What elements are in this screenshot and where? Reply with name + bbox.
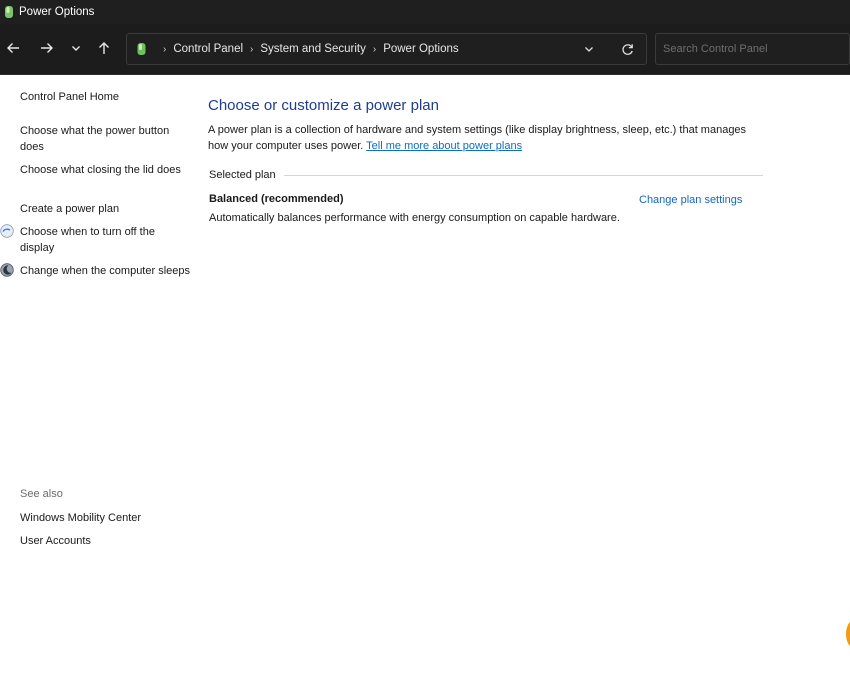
closing-lid-link[interactable]: Choose what closing the lid does: [20, 163, 190, 179]
breadcrumb-control-panel[interactable]: Control Panel: [173, 43, 243, 55]
address-dropdown-button[interactable]: [580, 40, 598, 58]
user-accounts-link[interactable]: User Accounts: [20, 534, 190, 550]
back-button[interactable]: [3, 37, 23, 59]
breadcrumb-separator: ›: [250, 43, 254, 55]
turn-off-display-link[interactable]: Choose when to turn off the display: [20, 225, 190, 256]
arrow-left-icon: [7, 43, 19, 53]
display-icon: [0, 224, 14, 238]
window-title: Power Options: [19, 6, 95, 18]
address-bar[interactable]: › Control Panel › System and Security › …: [126, 33, 647, 65]
change-plan-settings-link[interactable]: Change plan settings: [639, 194, 742, 206]
chevron-down-icon: [72, 46, 80, 51]
computer-sleeps-link[interactable]: Change when the computer sleeps: [20, 264, 190, 280]
breadcrumb-separator: ›: [372, 43, 377, 55]
refresh-button[interactable]: [618, 40, 636, 58]
power-options-app-icon: [4, 5, 14, 19]
plan-description: Automatically balances performance with …: [209, 212, 620, 224]
intro-text: A power plan is a collection of hardware…: [208, 123, 748, 154]
breadcrumb-system-and-security[interactable]: System and Security: [260, 43, 365, 55]
breadcrumb: › Control Panel › System and Security › …: [137, 34, 459, 64]
search-box[interactable]: [655, 33, 850, 65]
left-pane: Control Panel Home Choose what the power…: [0, 75, 195, 673]
floating-accent-button[interactable]: [846, 620, 850, 648]
windows-mobility-center-link[interactable]: Windows Mobility Center: [20, 511, 190, 527]
up-button[interactable]: [94, 37, 114, 59]
power-button-link[interactable]: Choose what the power button does: [20, 124, 190, 155]
forward-button[interactable]: [37, 37, 57, 59]
page-title: Choose or customize a power plan: [208, 97, 439, 114]
sleep-icon: [0, 263, 14, 277]
selected-plan-label: Selected plan: [209, 169, 276, 181]
refresh-icon: [621, 43, 633, 55]
see-also-label: See also: [20, 488, 63, 500]
breadcrumb-power-options[interactable]: Power Options: [383, 43, 458, 55]
chevron-down-icon: [585, 47, 593, 52]
navigation-bar: › Control Panel › System and Security › …: [0, 24, 850, 75]
plan-name: Balanced (recommended): [209, 193, 344, 205]
breadcrumb-separator: ›: [163, 43, 167, 55]
search-input[interactable]: [656, 34, 849, 64]
control-panel-home-link[interactable]: Control Panel Home: [20, 90, 190, 106]
recent-locations-button[interactable]: [66, 37, 86, 59]
arrow-right-icon: [41, 43, 53, 53]
power-plans-help-link[interactable]: Tell me more about power plans: [366, 140, 522, 152]
title-bar: Power Options: [0, 0, 850, 24]
control-panel-icon: [137, 42, 146, 56]
selected-plan-section: Selected plan: [209, 168, 763, 182]
arrow-up-icon: [99, 42, 109, 54]
create-power-plan-link[interactable]: Create a power plan: [20, 202, 190, 218]
section-divider: [283, 174, 763, 176]
